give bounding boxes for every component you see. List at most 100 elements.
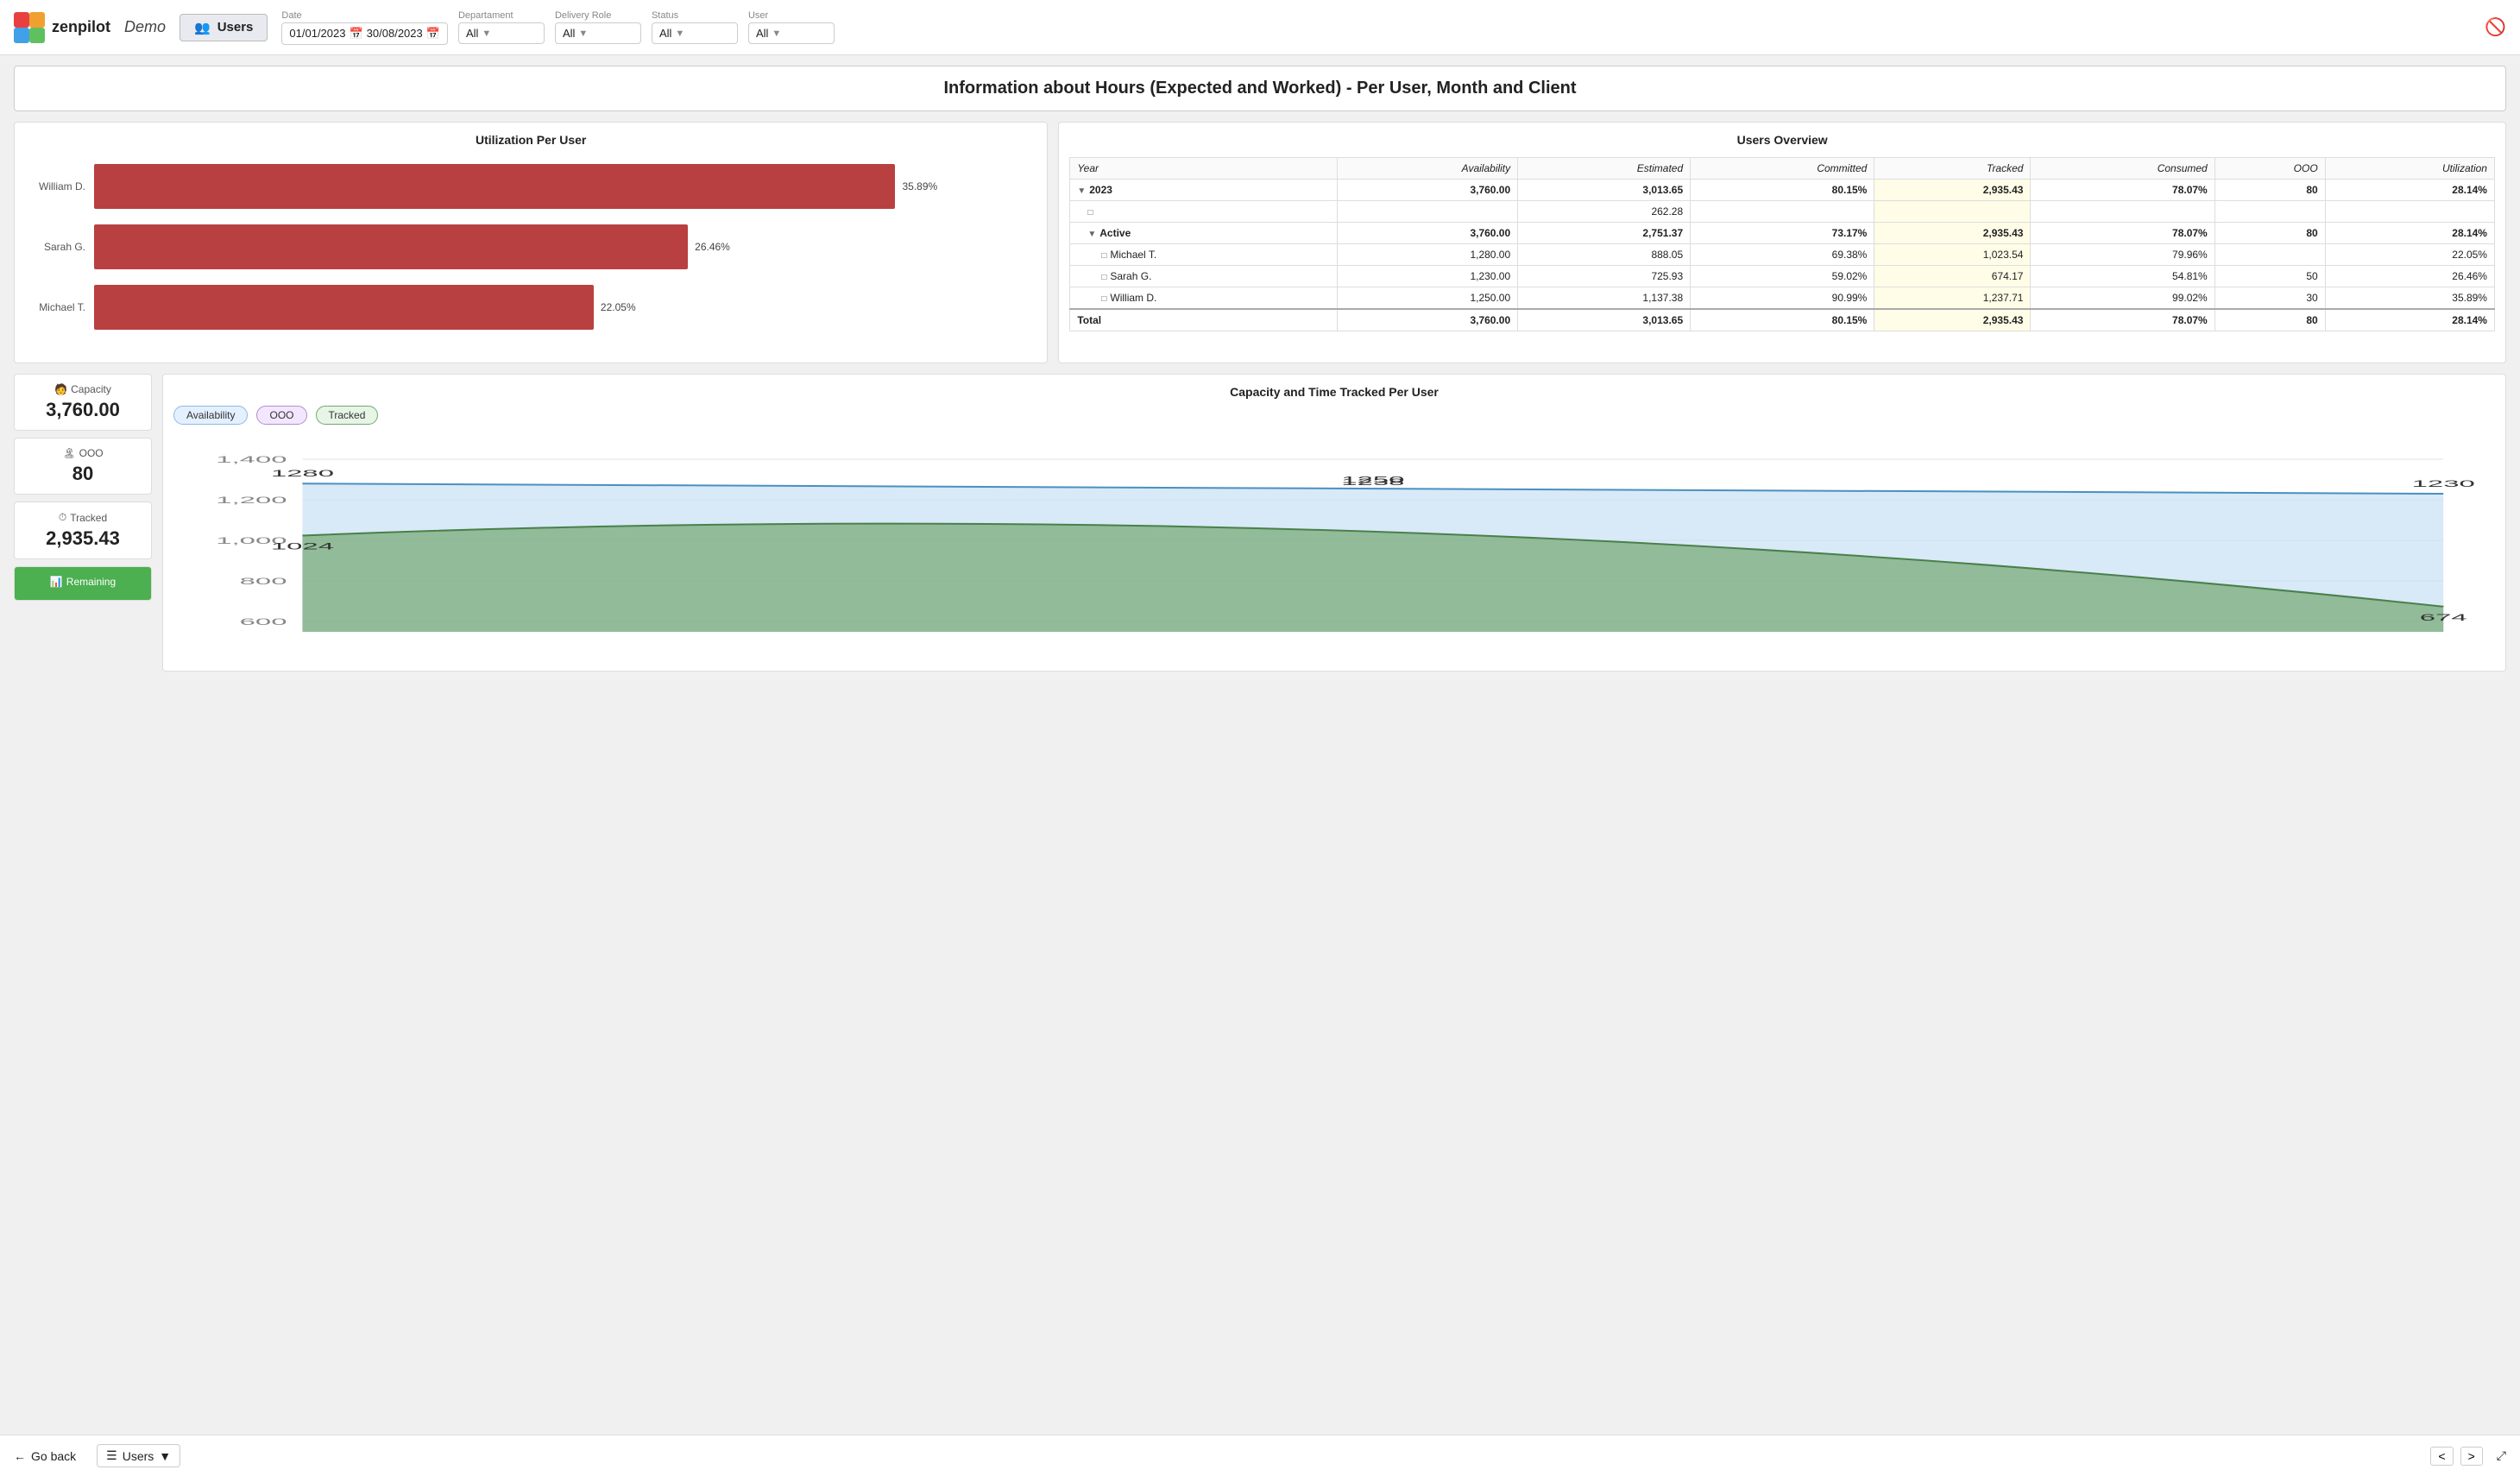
nav-users-button[interactable]: 👥 Users	[180, 14, 268, 41]
delivery-role-filter-label: Delivery Role	[555, 10, 641, 21]
y-axis-label: 600	[240, 617, 287, 628]
y-axis-label: 1,200	[216, 495, 287, 506]
department-filter-select[interactable]: All ▼	[458, 22, 545, 44]
footer-users-button[interactable]: ☰ Users ▼	[97, 1444, 180, 1467]
chevron-down-icon-2: ▼	[578, 28, 588, 39]
status-filter-select[interactable]: All ▼	[652, 22, 738, 44]
table-cell-consumed: 78.07%	[2031, 180, 2214, 201]
user-filter-group: User All ▼	[748, 10, 835, 44]
status-filter-group: Status All ▼	[652, 10, 738, 44]
toggle-icon[interactable]: □	[1101, 273, 1106, 282]
chevron-down-icon-3: ▼	[675, 28, 684, 39]
header: zenpilot Demo 👥 Users Date 01/01/2023 📅 …	[0, 0, 2520, 55]
stat-label-text: Capacity	[71, 383, 111, 395]
date-filter-input[interactable]: 01/01/2023 📅 30/08/2023 📅	[281, 22, 448, 45]
table-cell-availability: 3,760.00	[1338, 223, 1518, 244]
stat-card: 🏝 OOO 80	[14, 438, 152, 495]
y-axis-label: 1,400	[216, 455, 287, 465]
stat-icon: 🏝	[62, 447, 75, 459]
area-chart-svg: 1,4001,2001,0008006001280125012301024123…	[173, 433, 2495, 658]
date-to: 30/08/2023	[367, 27, 423, 40]
stat-label: 📊 Remaining	[25, 576, 141, 588]
bar-row: Sarah G. 26.46%	[25, 224, 1036, 269]
table-cell-year: ▼2023	[1070, 180, 1338, 201]
prev-page-button[interactable]: <	[2430, 1447, 2453, 1466]
back-arrow-icon: ←	[14, 1449, 26, 1463]
table-cell-consumed: 79.96%	[2031, 244, 2214, 266]
department-value: All	[466, 27, 478, 40]
page-title: Information about Hours (Expected and Wo…	[27, 79, 2493, 98]
delivery-role-filter-select[interactable]: All ▼	[555, 22, 641, 44]
data-point-label: 674	[2420, 612, 2467, 622]
table-cell-utilization: 26.46%	[2325, 266, 2494, 287]
table-cell-year: □	[1070, 201, 1338, 223]
table-header: OOO	[2214, 158, 2325, 180]
expand-icon[interactable]: ⤢	[2497, 1448, 2506, 1463]
bar-row: William D. 35.89%	[25, 164, 1036, 209]
footer-navigation: < > ⤢	[2430, 1447, 2506, 1466]
date-filter-label: Date	[281, 10, 448, 21]
stat-card: 🧑 Capacity 3,760.00	[14, 374, 152, 431]
table-cell-tracked: 1,237.71	[1874, 287, 2031, 310]
table-cell-consumed: 78.07%	[2031, 309, 2214, 331]
table-header: Consumed	[2031, 158, 2214, 180]
bar	[94, 224, 688, 269]
user-filter-select[interactable]: All ▼	[748, 22, 835, 44]
table-cell-ooo: 50	[2214, 266, 2325, 287]
legend-btn-ooo[interactable]: OOO	[256, 406, 306, 425]
stat-label-text: Remaining	[66, 576, 116, 588]
filter-bar: Date 01/01/2023 📅 30/08/2023 📅 Departame…	[281, 10, 2506, 45]
table-header: Tracked	[1874, 158, 2031, 180]
toggle-icon[interactable]: □	[1101, 251, 1106, 261]
table-row: □Sarah G.1,230.00725.9359.02%674.1754.81…	[1070, 266, 2495, 287]
delivery-role-filter-group: Delivery Role All ▼	[555, 10, 641, 44]
demo-label: Demo	[124, 18, 166, 36]
stat-icon: ⏱	[59, 511, 66, 524]
table-row: Total3,760.003,013.6580.15%2,935.4378.07…	[1070, 309, 2495, 331]
date-from: 01/01/2023	[289, 27, 345, 40]
toggle-icon[interactable]: ▼	[1077, 186, 1086, 196]
table-cell-estimated: 3,013.65	[1518, 180, 1691, 201]
table-row: □262.28	[1070, 201, 2495, 223]
go-back-button[interactable]: ← Go back	[14, 1449, 76, 1463]
table-header: Year	[1070, 158, 1338, 180]
table-cell-estimated: 2,751.37	[1518, 223, 1691, 244]
utilization-chart-title: Utilization Per User	[25, 133, 1036, 147]
stat-value: 2,935.43	[25, 527, 141, 550]
stat-value: 80	[25, 463, 141, 485]
utilization-chart-card: Utilization Per User William D. 35.89% S…	[14, 122, 1048, 363]
table-cell-estimated: 3,013.65	[1518, 309, 1691, 331]
legend-btn-availability[interactable]: Availability	[173, 406, 248, 425]
date-filter-group: Date 01/01/2023 📅 30/08/2023 📅	[281, 10, 448, 45]
stats-column: 🧑 Capacity 3,760.00 🏝 OOO 80 ⏱ Tracked 2…	[14, 374, 152, 672]
toggle-icon[interactable]: □	[1101, 294, 1106, 304]
table-cell-consumed: 78.07%	[2031, 223, 2214, 244]
logo-text: zenpilot	[52, 18, 110, 36]
table-cell-committed: 90.99%	[1691, 287, 1874, 310]
bar-value: 26.46%	[695, 241, 730, 253]
toggle-icon[interactable]: ▼	[1087, 230, 1096, 239]
department-filter-label: Departament	[458, 10, 545, 21]
bar-container: 26.46%	[94, 224, 1036, 269]
bar-container: 35.89%	[94, 164, 1036, 209]
toggle-icon[interactable]: □	[1087, 208, 1093, 218]
table-header: Committed	[1691, 158, 1874, 180]
calendar-icon-from: 📅	[349, 27, 362, 41]
user-filter-label: User	[748, 10, 835, 21]
capacity-chart-title: Capacity and Time Tracked Per User	[173, 385, 2495, 399]
stat-value: 3,760.00	[25, 399, 141, 421]
nav-users-label: Users	[217, 20, 254, 35]
table-cell-ooo: 80	[2214, 223, 2325, 244]
table-row: ▼Active3,760.002,751.3773.17%2,935.4378.…	[1070, 223, 2495, 244]
status-value: All	[659, 27, 671, 40]
bar-label: Michael T.	[25, 301, 94, 313]
bottom-section: 🧑 Capacity 3,760.00 🏝 OOO 80 ⏱ Tracked 2…	[14, 374, 2506, 672]
stat-icon: 🧑	[54, 383, 67, 395]
delivery-role-value: All	[563, 27, 575, 40]
table-cell-year: ▼Active	[1070, 223, 1338, 244]
clear-filters-button[interactable]: 🚫	[2485, 16, 2506, 38]
calendar-icon-to: 📅	[426, 27, 440, 41]
next-page-button[interactable]: >	[2460, 1447, 2483, 1466]
bar-label: Sarah G.	[25, 241, 94, 253]
legend-btn-tracked[interactable]: Tracked	[316, 406, 379, 425]
